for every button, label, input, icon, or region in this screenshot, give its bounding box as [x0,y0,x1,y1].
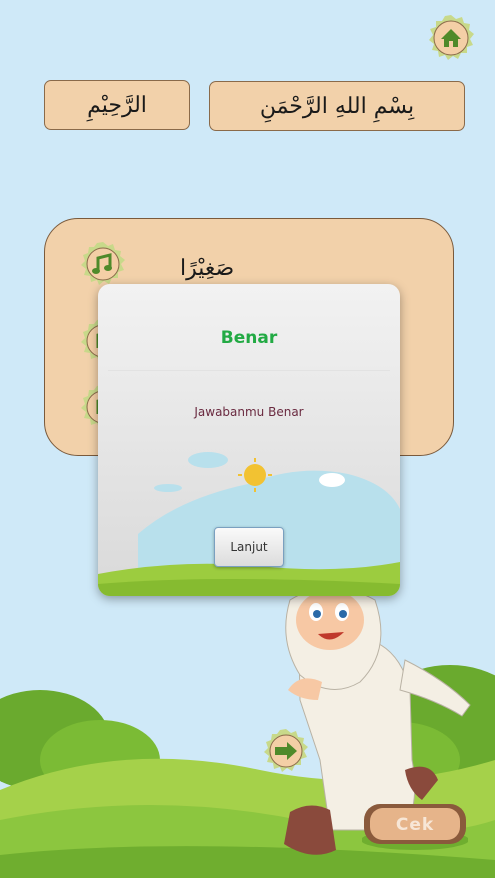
arrow-right-icon [264,729,308,772]
answer-box-left-text: الرَّحِيْمِ [87,92,147,118]
dialog-divider [108,370,390,371]
check-button-label: Cek [395,815,435,835]
answer-box-left[interactable]: الرَّحِيْمِ [44,80,190,130]
answer-box-right[interactable]: بِسْمِ اللهِ الرَّحْمَنِ [209,81,465,131]
continue-button[interactable]: Lanjut [214,527,284,567]
audio-button-1[interactable] [80,241,126,287]
home-button[interactable] [427,14,475,62]
dialog-message: Jawabanmu Benar [194,405,304,419]
result-dialog: Benar Jawabanmu Benar Lanjut [98,284,400,596]
check-button[interactable]: Cek [362,800,468,850]
home-icon [429,15,474,60]
dialog-title: Benar [220,328,278,348]
next-button[interactable] [263,728,309,774]
answer-box-right-text: بِسْمِ اللهِ الرَّحْمَنِ [259,93,415,119]
sun-icon [244,464,266,486]
music-note-icon [81,242,125,285]
panel-row1-text: صَغِيْرًا [180,256,235,281]
